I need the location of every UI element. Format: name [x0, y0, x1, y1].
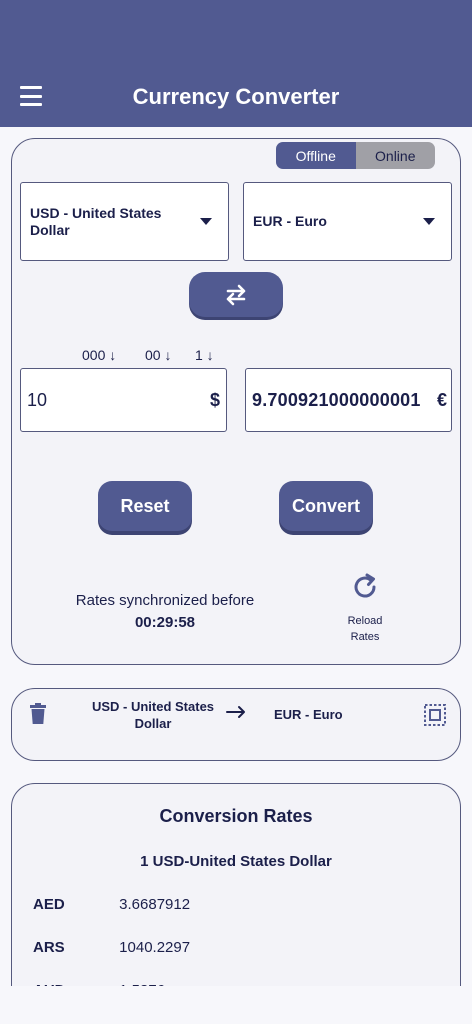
- to-currency-select[interactable]: EUR - Euro: [243, 182, 452, 261]
- rate-row: ARS 1040.2297: [33, 939, 190, 956]
- to-amount-value: 9.700921000000001: [252, 389, 421, 410]
- caret-down-icon: [423, 218, 435, 225]
- sync-time: 00:29:58: [134, 614, 196, 631]
- app-bar: Currency Converter: [0, 0, 472, 127]
- euro-symbol: €: [436, 389, 447, 410]
- online-toggle-option[interactable]: Online: [355, 142, 435, 169]
- sync-status: Rates synchronized before 00:29:58: [65, 590, 265, 634]
- favorite-from-currency: USD - United States Dollar: [91, 699, 215, 731]
- swap-currencies-button[interactable]: [189, 272, 283, 317]
- swap-arrows-icon: [226, 284, 246, 305]
- rate-row: AED 3.6687912: [33, 896, 190, 913]
- rate-code: AED: [33, 896, 65, 913]
- sync-text: Rates synchronized before: [75, 592, 255, 609]
- rate-value: 3.6687912: [119, 896, 191, 913]
- rate-value: 1040.2297: [119, 939, 191, 956]
- caret-down-icon: [200, 218, 212, 225]
- refresh-icon: [354, 573, 376, 598]
- rate-code: ARS: [33, 939, 65, 956]
- trash-icon[interactable]: [29, 703, 47, 725]
- mode-toggle[interactable]: Offline Online: [276, 142, 435, 169]
- rates-label: Rates: [350, 631, 380, 643]
- favorite-to-currency: EUR - Euro: [274, 707, 343, 722]
- from-amount-field[interactable]: 10 $: [20, 368, 227, 432]
- offline-toggle-option[interactable]: Offline: [276, 142, 356, 169]
- reset-button[interactable]: Reset: [98, 481, 192, 531]
- to-currency-label: EUR - Euro: [253, 213, 327, 229]
- to-amount-field[interactable]: 9.700921000000001 €: [245, 368, 452, 432]
- add-00-hint[interactable]: 00 ↓: [145, 347, 171, 363]
- reload-label: Reload: [347, 615, 383, 627]
- reload-rates-button[interactable]: Reload Rates: [334, 572, 396, 645]
- convert-button[interactable]: Convert: [279, 481, 373, 531]
- from-amount-value: 10: [27, 389, 48, 410]
- converter-card: Offline Online USD - United States Dolla…: [11, 138, 461, 665]
- add-000-hint[interactable]: 000 ↓: [82, 347, 116, 363]
- page-title: Currency Converter: [132, 84, 340, 109]
- from-currency-label: USD - United States Dollar: [30, 204, 162, 238]
- favorite-pair-card[interactable]: USD - United States Dollar EUR - Euro: [11, 688, 461, 761]
- dollar-symbol: $: [209, 389, 220, 410]
- arrow-right-icon: [226, 706, 245, 718]
- add-1-hint[interactable]: 1 ↓: [195, 347, 214, 363]
- from-currency-select[interactable]: USD - United States Dollar: [20, 182, 229, 261]
- rates-title: Conversion Rates: [159, 806, 313, 826]
- select-all-icon[interactable]: [424, 704, 446, 726]
- bottom-area: [0, 986, 472, 1024]
- rates-base-currency: 1 USD-United States Dollar: [140, 853, 332, 870]
